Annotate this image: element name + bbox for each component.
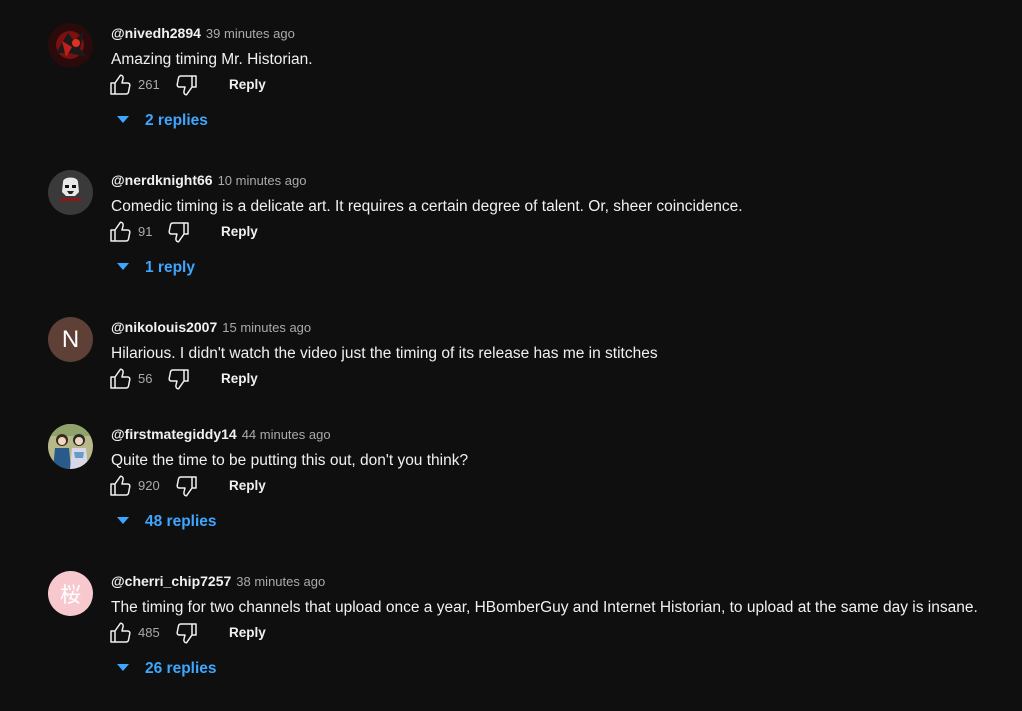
like-count: 920 [138,478,160,493]
comment-text: Quite the time to be putting this out, d… [111,452,469,469]
dislike-icon[interactable] [167,220,193,244]
avatar[interactable]: N [48,317,93,362]
comment-time[interactable]: 39 minutes ago [206,26,295,41]
comment-author[interactable]: @nerdknight66 [111,172,213,188]
replies-label: 1 reply [145,259,195,276]
like-icon[interactable] [108,474,134,498]
replies-label: 2 replies [145,112,208,129]
comment-author[interactable]: @cherri_chip7257 [111,573,231,589]
comment-time[interactable]: 44 minutes ago [242,427,331,442]
avatar[interactable] [48,424,93,469]
dislike-icon[interactable] [175,621,201,645]
comment-author[interactable]: @firstmategiddy14 [111,426,237,442]
avatar[interactable]: 桜 [48,571,93,616]
like-icon[interactable] [108,220,134,244]
comment-author[interactable]: @nivedh2894 [111,25,201,41]
comment-time[interactable]: 10 minutes ago [218,173,307,188]
comment-text: Hilarious. I didn't watch the video just… [111,345,658,362]
chevron-down-icon [117,263,129,270]
reply-button[interactable]: Reply [221,370,258,388]
reply-button[interactable]: Reply [221,223,258,241]
like-count: 91 [138,224,153,239]
like-count: 56 [138,371,153,386]
comment-author[interactable]: @nikolouis2007 [111,319,217,335]
avatar[interactable] [48,23,93,68]
chevron-down-icon [117,116,129,123]
comment-text: Amazing timing Mr. Historian. [111,51,313,68]
comment-time[interactable]: 38 minutes ago [236,574,325,589]
comment-time[interactable]: 15 minutes ago [222,320,311,335]
replies-label: 48 replies [145,513,217,530]
like-icon[interactable] [108,621,134,645]
avatar[interactable] [48,170,93,215]
reply-button[interactable]: Reply [229,76,266,94]
dislike-icon[interactable] [175,73,201,97]
comment-text: The timing for two channels that upload … [111,599,978,616]
reply-button[interactable]: Reply [229,477,266,495]
like-icon[interactable] [108,367,134,391]
like-icon[interactable] [108,73,134,97]
dislike-icon[interactable] [175,474,201,498]
chevron-down-icon [117,664,129,671]
chevron-down-icon [117,517,129,524]
like-count: 261 [138,77,160,92]
like-count: 485 [138,625,160,640]
dislike-icon[interactable] [167,367,193,391]
replies-label: 26 replies [145,660,217,677]
comment-text: Comedic timing is a delicate art. It req… [111,198,743,215]
reply-button[interactable]: Reply [229,624,266,642]
